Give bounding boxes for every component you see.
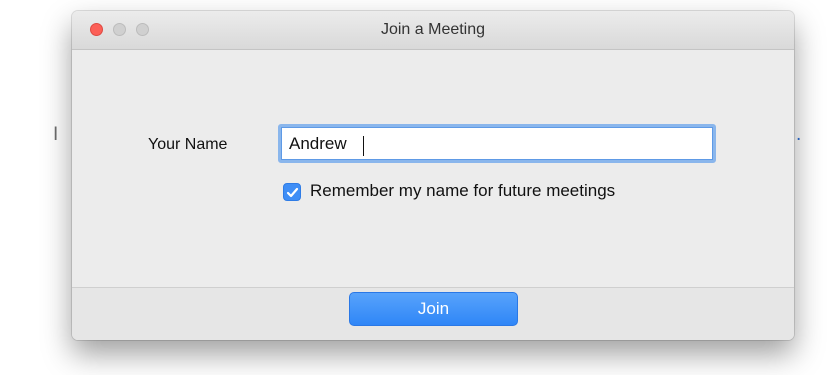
background-text-fragment-right: . [796, 124, 802, 145]
join-button[interactable]: Join [349, 292, 518, 326]
join-meeting-dialog: Join a Meeting Your Name Remember my nam… [72, 11, 794, 340]
background-text-fragment-left: I [53, 124, 59, 145]
remember-name-label[interactable]: Remember my name for future meetings [310, 181, 615, 201]
remember-name-checkbox[interactable] [283, 183, 301, 201]
your-name-input[interactable] [289, 132, 699, 156]
text-cursor [363, 136, 364, 156]
checkmark-icon [286, 187, 299, 198]
title-bar: Join a Meeting [72, 11, 794, 50]
dialog-title: Join a Meeting [380, 21, 486, 38]
your-name-label: Your Name [148, 136, 228, 153]
your-name-field-container[interactable] [278, 124, 716, 163]
